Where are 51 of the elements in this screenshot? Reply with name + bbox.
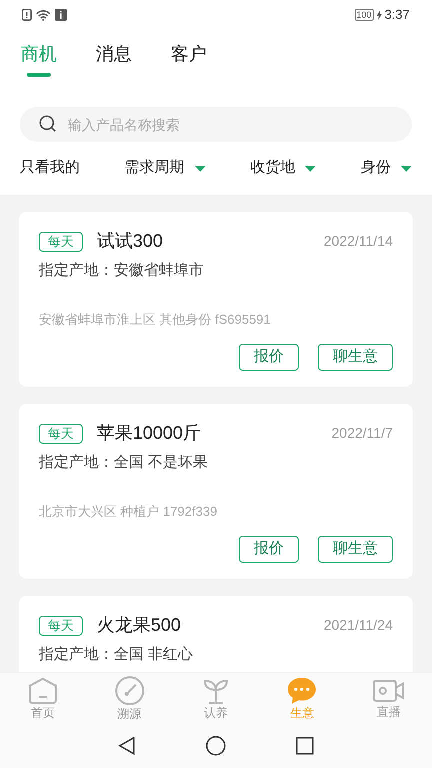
chat-bubble-icon: [287, 677, 318, 705]
card-date: 2022/11/7: [332, 424, 393, 443]
tab[interactable]: 客户: [171, 41, 207, 77]
wifi-icon: [36, 10, 51, 20]
demand-card[interactable]: 每天 苹果10000斤 2022/11/7 指定产地：全国 不是坏果 北京市大兴区 种植户 1792f339 报价 聊生意: [19, 404, 413, 579]
card-title: 火龙果500: [97, 614, 182, 637]
nav-tab[interactable]: 认养: [172, 673, 260, 724]
video-camera-icon: [372, 678, 405, 704]
filter-dropdown[interactable]: 需求周期: [124, 157, 206, 180]
card-title: 苹果10000斤: [97, 422, 202, 445]
nav-tab[interactable]: 溯源: [86, 673, 173, 724]
home-icon[interactable]: [206, 736, 226, 756]
info-icon: [55, 9, 67, 21]
demand-card[interactable]: 每天 火龙果500 2021/11/24 指定产地：全国 非红心: [19, 596, 413, 672]
sprout-icon: [202, 677, 230, 705]
search-field[interactable]: 输入产品名称搜索: [20, 107, 412, 142]
tab[interactable]: 消息: [96, 41, 132, 77]
house-icon: [28, 677, 58, 705]
action-button[interactable]: 聊生意: [318, 536, 393, 563]
card-date: 2021/11/24: [324, 616, 393, 635]
card-title: 试试300: [97, 230, 164, 253]
nav-tab[interactable]: 首页: [0, 673, 86, 724]
clock: 3:37: [384, 6, 410, 24]
caret-icon: [305, 166, 316, 172]
action-button[interactable]: 聊生意: [318, 344, 393, 371]
origin-text: 指定产地：全国 不是坏果: [39, 453, 210, 473]
charging-icon: [376, 10, 382, 20]
search-icon: [39, 115, 57, 133]
origin-text: 指定产地：安徽省蚌埠市: [39, 261, 205, 281]
nav-tab[interactable]: 直播: [346, 673, 432, 724]
gauge-icon: [114, 676, 145, 706]
action-button[interactable]: 报价: [239, 344, 299, 371]
recents-icon[interactable]: [296, 737, 314, 755]
filter-dropdown[interactable]: 身份: [360, 157, 412, 180]
filter-toggle[interactable]: 只看我的: [20, 157, 80, 180]
sim-alert-icon: [22, 9, 32, 21]
caret-icon: [400, 166, 412, 172]
location-text: 安徽省蚌埠市淮上区 其他身份 fS695591: [39, 311, 272, 329]
frequency-tag: 每天: [39, 232, 83, 252]
frequency-tag: 每天: [39, 424, 83, 444]
battery-icon: 100: [354, 9, 374, 21]
action-button[interactable]: 报价: [239, 536, 299, 563]
tab[interactable]: 商机: [21, 41, 57, 77]
caret-icon: [194, 166, 206, 172]
filter-dropdown[interactable]: 收货地: [250, 157, 316, 180]
origin-text: 指定产地：全国 非红心: [39, 645, 194, 665]
back-icon[interactable]: [118, 737, 136, 755]
demand-card[interactable]: 每天 试试300 2022/11/14 指定产地：安徽省蚌埠市 安徽省蚌埠市淮上区 其他身份 fS695591 报价 聊生意: [19, 212, 413, 387]
card-date: 2022/11/14: [324, 232, 393, 251]
frequency-tag: 每天: [39, 616, 83, 636]
location-text: 北京市大兴区 种植户 1792f339: [39, 503, 218, 521]
